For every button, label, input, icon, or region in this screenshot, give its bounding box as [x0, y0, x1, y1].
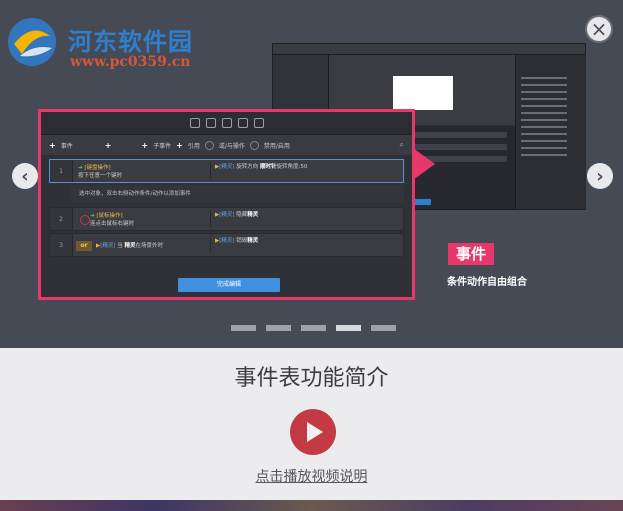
carousel-dot-2[interactable]	[266, 325, 291, 331]
carousel-dot-4[interactable]	[336, 325, 361, 331]
action-bold: 顺时针	[260, 164, 277, 170]
row-index: 3	[59, 241, 63, 249]
action-bold: 精灵	[247, 238, 259, 244]
action-text: 销毁	[236, 238, 248, 244]
disable-enable-button[interactable]: 禁用/启用	[264, 141, 290, 150]
condition-text: 当	[117, 243, 125, 249]
condition-tail: 在场景外时	[135, 243, 164, 249]
condition-text: 连点击鼠标右键时	[90, 221, 135, 227]
event-table-panel: + 事件 + + 子事件 + 引用 或/与操作 禁用/启用 ⌕ 1 ➜ [键盘操…	[38, 109, 415, 300]
keyboard-icon[interactable]	[189, 118, 200, 128]
event-condition[interactable]: ▶[精灵] 当 精灵在场景外时	[96, 242, 220, 250]
condition-text: 按下任意一个键时	[78, 173, 123, 179]
check-icon[interactable]	[249, 140, 259, 150]
background-strip	[0, 500, 623, 511]
site-watermark: 河东软件园 www.pc0359.cn	[4, 8, 214, 70]
slide-caption: 条件动作自由组合	[447, 277, 527, 288]
finish-edit-button[interactable]: 完成编辑	[178, 278, 280, 292]
pointer-arrow	[413, 148, 435, 180]
event-row[interactable]: 2 ➜ [鼠标操作] 连点击鼠标右键时 ▶[精灵] 隐藏精灵	[49, 207, 404, 231]
action-tag: [精灵]	[219, 212, 235, 218]
condition-bold: 精灵	[124, 243, 136, 249]
event-row[interactable]: 3 or ▶[精灵] 当 精灵在场景外时 ▶[精灵] 销毁精灵	[49, 233, 404, 257]
play-button[interactable]	[290, 409, 336, 455]
watermark-name: 河东软件园	[68, 27, 193, 56]
page-title: 事件表功能简介	[234, 366, 389, 391]
event-action[interactable]: ▶[精灵] 隐藏精灵	[210, 211, 399, 227]
chevron-left-icon[interactable]: ‹	[12, 163, 38, 189]
carousel-pagination	[231, 325, 396, 331]
display-icon[interactable]	[237, 118, 248, 128]
disabled-icon	[80, 215, 90, 225]
mouse-icon[interactable]	[205, 118, 216, 128]
action-text: 旋转方向	[236, 164, 261, 170]
event-action[interactable]: ▶[精灵] 旋转方向 顺时针旋转角度:50	[210, 163, 399, 179]
row-index: 1	[59, 167, 63, 175]
row-index: 2	[59, 215, 63, 223]
check-icon[interactable]	[204, 140, 214, 150]
or-and-button[interactable]: 或/与操作	[219, 141, 245, 150]
action-tag: [精灵]	[219, 238, 235, 244]
add-subevent-button[interactable]: 子事件	[153, 141, 171, 150]
condition-tag: [鼠标操作]	[96, 213, 123, 219]
condition-tag: [精灵]	[100, 243, 116, 249]
plus-icon[interactable]: +	[49, 141, 56, 150]
add-reference-button[interactable]: 引用	[188, 141, 200, 150]
intro-modal: + 事件 + + 子事件 + 引用 或/与操作 禁用/启用 ⌕ 1 ➜ [键盘操…	[0, 0, 623, 511]
carousel-dot-5[interactable]	[371, 325, 396, 331]
carousel-dot-3[interactable]	[301, 325, 326, 331]
event-hint: 选中对象，双击右侧动作条件/动作以添加事件	[71, 185, 404, 203]
event-row[interactable]: 1 ➜ [键盘操作] 按下任意一个键时 ▶[精灵] 旋转方向 顺时针旋转角度:5…	[49, 159, 404, 183]
watermark-url: www.pc0359.cn	[70, 54, 191, 70]
event-action-bar: + 事件 + + 子事件 + 引用 或/与操作 禁用/启用 ⌕	[41, 135, 412, 155]
action-tag: [精灵]	[219, 164, 235, 170]
action-text: 隐藏	[236, 212, 248, 218]
play-icon	[307, 422, 323, 442]
add-event-button[interactable]: 事件	[61, 141, 73, 150]
condition-tag: [键盘操作]	[84, 165, 111, 171]
globe-icon[interactable]	[253, 118, 264, 128]
chevron-right-icon[interactable]: ›	[587, 163, 613, 189]
event-condition[interactable]: ➜ [键盘操作] 按下任意一个键时	[78, 164, 202, 180]
close-icon[interactable]: ×	[585, 15, 613, 43]
play-video-link[interactable]: 点击播放视频说明	[0, 466, 623, 486]
event-condition[interactable]: ➜ [鼠标操作] 连点击鼠标右键时	[90, 212, 214, 228]
or-badge: or	[76, 241, 92, 251]
carousel-slide: + 事件 + + 子事件 + 引用 或/与操作 禁用/启用 ⌕ 1 ➜ [键盘操…	[0, 0, 623, 348]
gear-icon[interactable]	[221, 118, 232, 128]
event-toolbar	[41, 112, 412, 135]
plus-icon[interactable]: +	[141, 141, 148, 150]
watermark-logo	[8, 18, 56, 66]
plus-icon[interactable]: +	[105, 141, 112, 150]
carousel-dot-1[interactable]	[231, 325, 256, 331]
slide-tag: 事件	[448, 243, 494, 265]
plus-icon[interactable]: +	[176, 141, 183, 150]
search-icon[interactable]: ⌕	[400, 140, 404, 150]
event-action[interactable]: ▶[精灵] 销毁精灵	[210, 237, 399, 253]
action-bold: 精灵	[247, 212, 259, 218]
action-tail: 旋转角度:50	[276, 164, 308, 170]
